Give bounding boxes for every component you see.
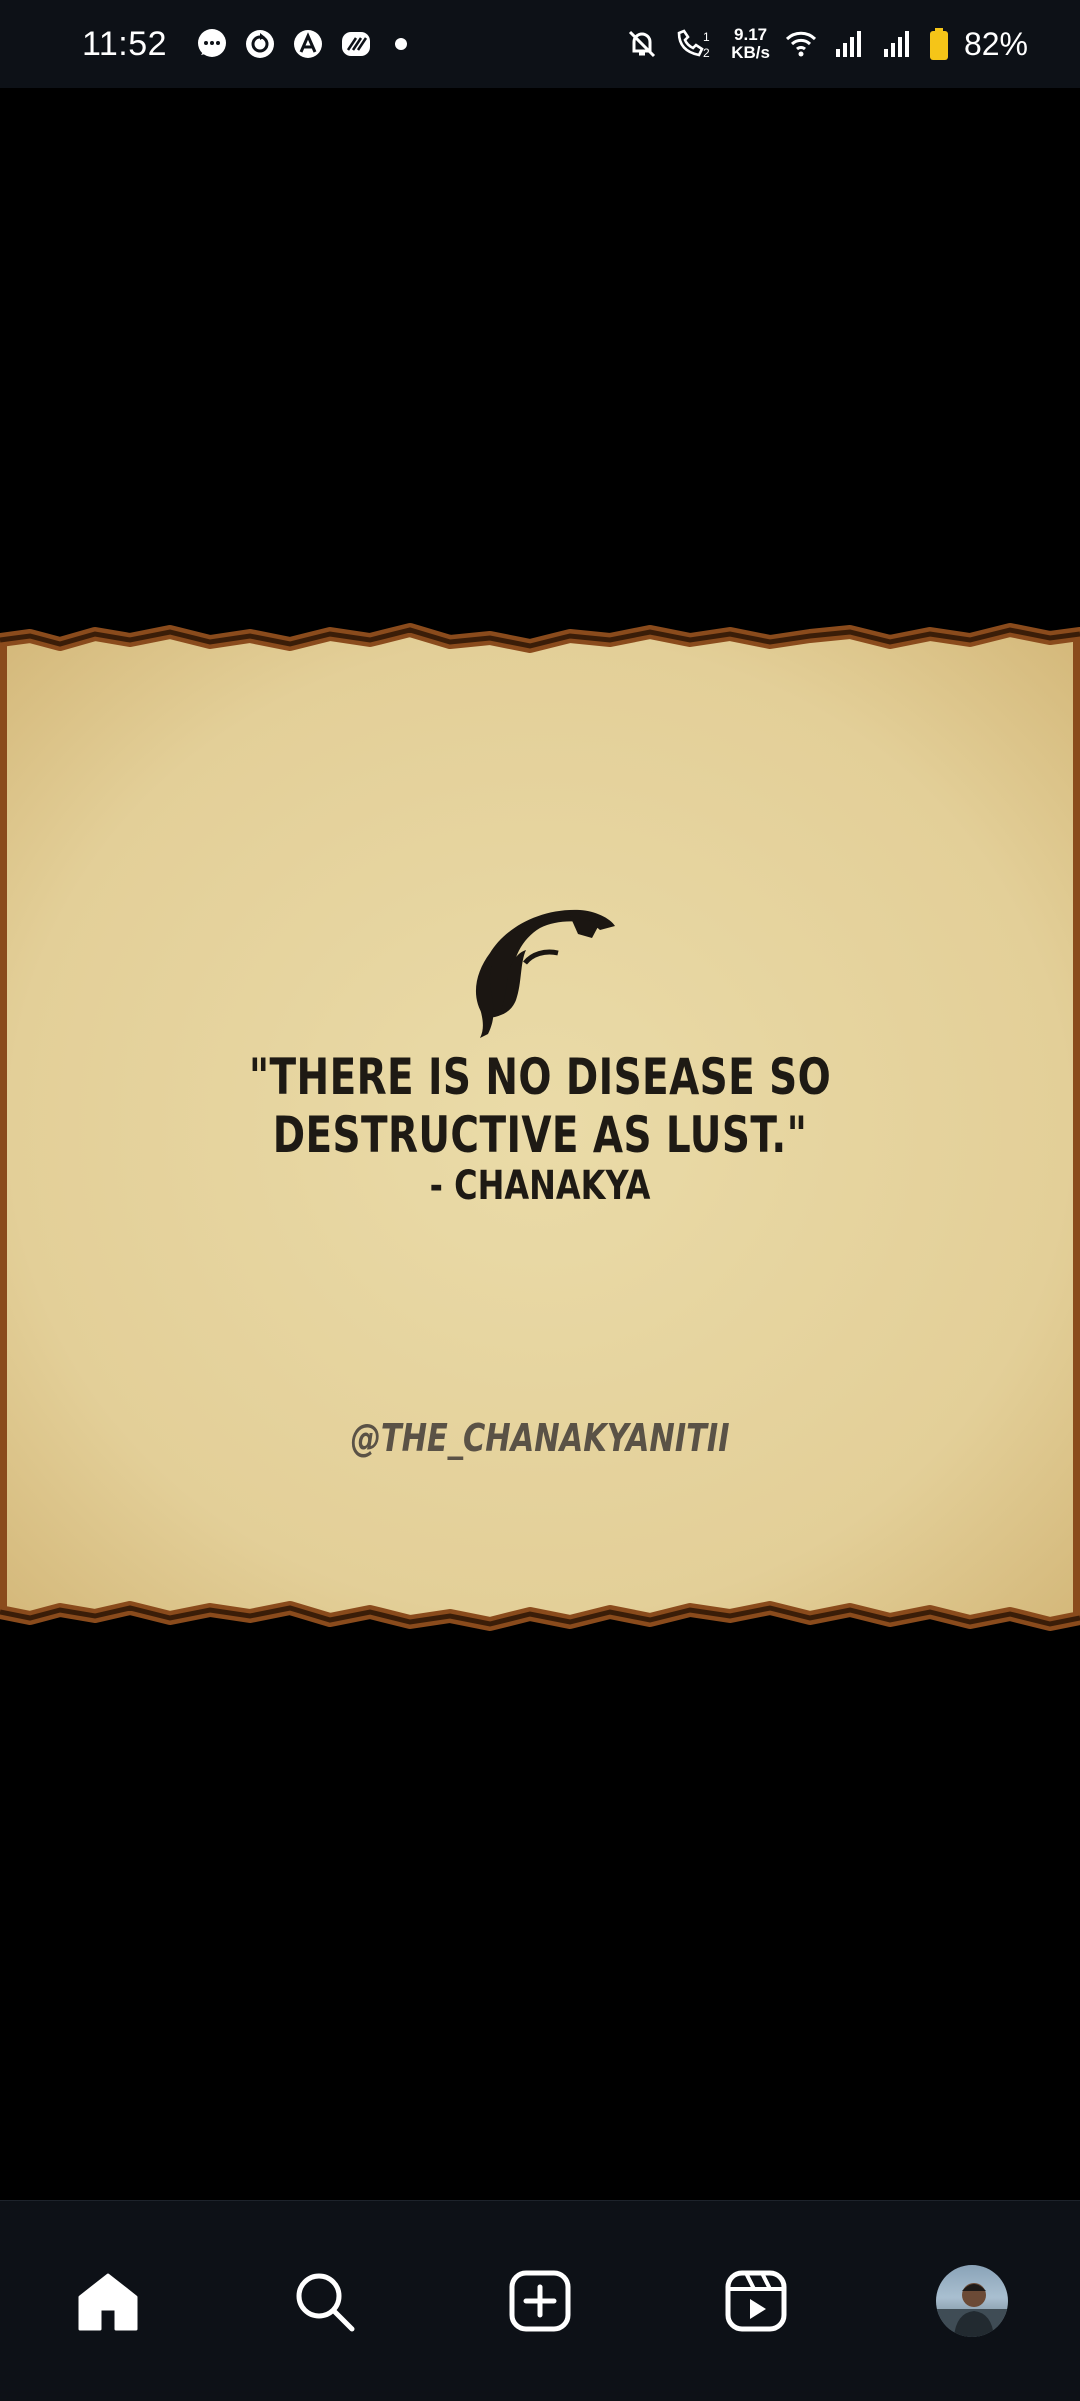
parchment-image: "THERE IS NO DISEASE SO DESTRUCTIVE AS L… [0,618,1080,1638]
nav-reels[interactable] [716,2261,796,2341]
post-media[interactable]: "THERE IS NO DISEASE SO DESTRUCTIVE AS L… [0,88,1080,2200]
a-app-icon [291,27,325,61]
network-speed-unit: KB/s [731,43,770,62]
nav-search[interactable] [284,2261,364,2341]
swirl-app-icon [339,27,373,61]
notification-icons [195,27,408,61]
nav-create[interactable] [500,2261,580,2341]
sync-icon [243,27,277,61]
nav-home[interactable] [68,2261,148,2341]
signal-icon-sim1 [832,27,866,61]
bottom-nav [0,2200,1080,2401]
status-time: 11:52 [82,24,168,63]
chat-bubble-icon [195,27,229,61]
nav-profile[interactable] [932,2261,1012,2341]
profile-avatar [936,2265,1008,2337]
system-indicators: 12 9.17 KB/s 82% [625,26,1028,63]
battery-percent: 82% [963,25,1028,62]
reels-icon [725,2270,787,2332]
watermark-handle: @THE_CHANAKYANITII [350,1416,730,1460]
mute-icon [625,27,659,61]
quote-text: "THERE IS NO DISEASE SO DESTRUCTIVE AS L… [248,1048,832,1164]
status-bar: 11:52 12 9.17 KB/s 82% [0,0,1080,88]
network-speed: 9.17 KB/s [731,26,770,62]
quote-author: - CHANAKYA [429,1163,651,1209]
more-notifications-dot [395,38,408,50]
chanakya-silhouette-logo [475,909,615,1038]
home-icon [78,2273,138,2331]
signal-icon-sim2 [880,27,914,61]
svg-text:2: 2 [703,46,710,60]
create-icon [509,2270,571,2332]
svg-text:1: 1 [703,30,710,44]
call-icon: 12 [673,27,717,61]
wifi-icon [784,27,818,61]
network-speed-value: 9.17 [734,25,768,44]
battery-icon [928,27,950,61]
search-icon [296,2273,355,2332]
